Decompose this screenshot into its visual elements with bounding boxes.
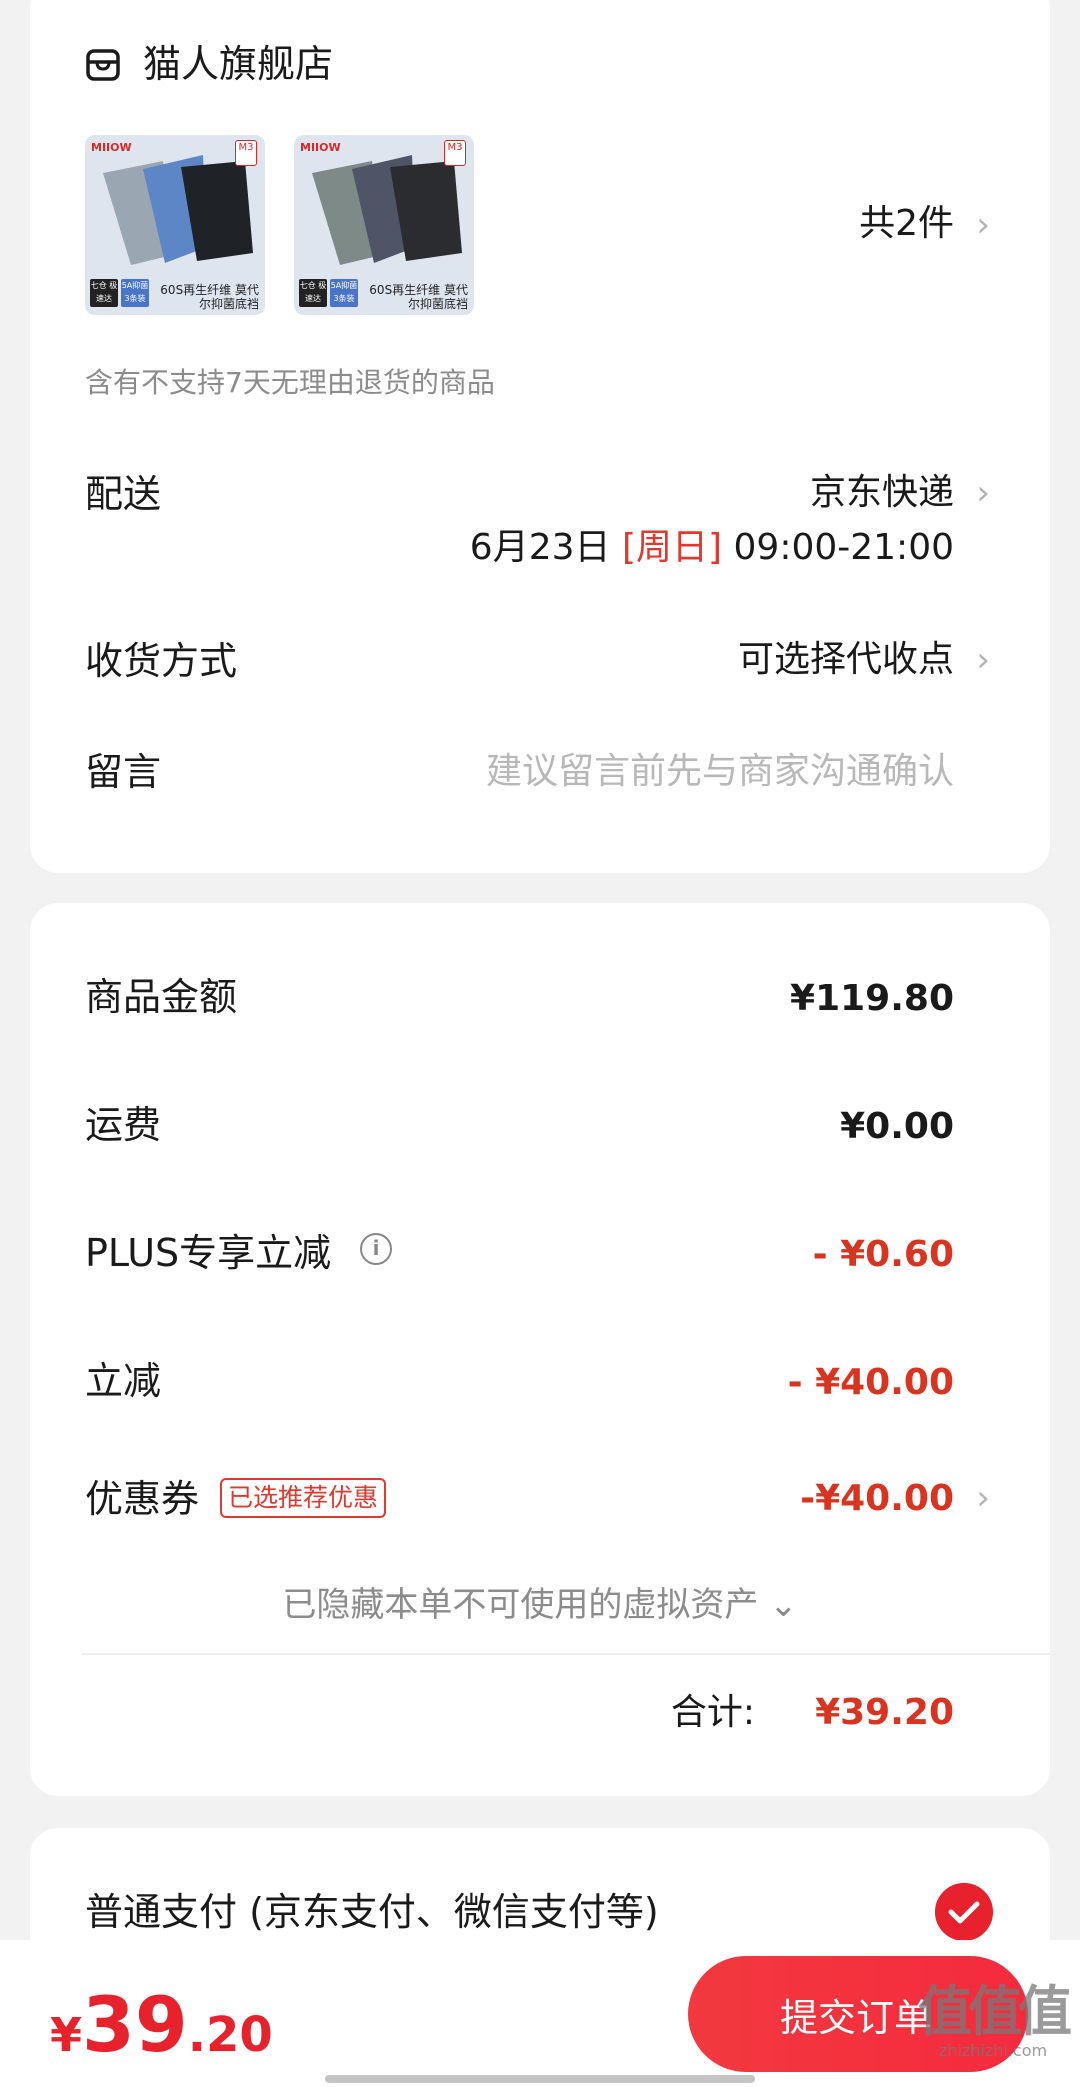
plus-discount-value: - ¥0.60	[812, 1234, 954, 1275]
chevron-right-icon[interactable]: ›	[976, 473, 990, 513]
chevron-right-icon[interactable]: ›	[976, 1478, 990, 1518]
watermark-url: zhizhizhi.com	[938, 2041, 1048, 2060]
price-card: 商品金额 ¥119.80 运费 ¥0.00 PLUS专享立减 i - ¥0.60…	[30, 903, 1050, 1796]
chevron-right-icon[interactable]: ›	[976, 640, 990, 680]
coupon-label: 优惠券	[85, 1477, 200, 1521]
delivery-window: 09:00-21:00	[733, 527, 954, 568]
plus-discount-label: PLUS专享立减	[85, 1231, 332, 1275]
receive-method-label: 收货方式	[85, 639, 238, 683]
currency-symbol: ¥	[50, 2008, 83, 2062]
delivery-weekday: [周日]	[621, 527, 723, 568]
coupon-value[interactable]: -¥40.00	[800, 1476, 954, 1522]
delivery-carrier[interactable]: 京东快递	[810, 470, 954, 516]
delivery-time[interactable]: 6月23日 [周日] 09:00-21:00	[470, 525, 954, 571]
badge-pack: 5A抑菌 3条装	[121, 279, 149, 307]
chevron-right-icon[interactable]: ›	[976, 205, 990, 245]
message-label: 留言	[85, 750, 162, 794]
home-indicator[interactable]	[325, 2075, 755, 2083]
store-icon	[86, 49, 120, 81]
bottom-total: ¥39.20	[50, 1980, 273, 2069]
payment-method-label[interactable]: 普通支付 (京东支付、微信支付等)	[85, 1888, 659, 1936]
coupon-recommended-tag: 已选推荐优惠	[220, 1478, 387, 1518]
bottom-bar: ¥39.20 提交订单 值值值 zhizhizhi.com	[0, 1940, 1080, 2087]
watermark: 值值值 zhizhizhi.com	[918, 1980, 1072, 2060]
instant-discount-value: - ¥40.00	[787, 1362, 954, 1403]
check-icon[interactable]	[935, 1883, 993, 1941]
goods-amount-value: ¥119.80	[790, 978, 954, 1019]
badge-fast: 七仓 极速达	[90, 279, 118, 307]
total-value: ¥39.20	[815, 1692, 954, 1733]
info-icon[interactable]: i	[360, 1233, 392, 1265]
message-input[interactable]	[394, 746, 954, 796]
shipping-value: ¥0.00	[840, 1106, 954, 1147]
product-caption: 60S再生纤维 莫代尔抑菌底裆	[369, 283, 468, 311]
size-tag: M3	[235, 140, 257, 166]
instant-discount-label: 立减	[85, 1359, 162, 1403]
receive-method-value[interactable]: 可选择代收点	[738, 637, 954, 683]
hidden-assets-text: 已隐藏本单不可使用的虚拟资产	[282, 1585, 759, 1625]
store-card: 猫人旗舰店 MIIOW M3 七仓 极速达 5A抑菌 3条装 60S再生纤维 莫…	[30, 0, 1050, 873]
hidden-assets-toggle[interactable]: 已隐藏本单不可使用的虚拟资产 ⌄	[30, 1583, 1050, 1627]
store-name[interactable]: 猫人旗舰店	[143, 40, 333, 88]
product-thumbnail[interactable]: MIIOW M3 七仓 极速达 5A抑菌 3条装 60S再生纤维 莫代尔抑菌底裆	[294, 135, 474, 315]
size-tag: M3	[444, 140, 466, 166]
badge-pack: 5A抑菌 3条装	[330, 279, 358, 307]
delivery-date: 6月23日	[469, 527, 611, 568]
watermark-logo: 值值值	[918, 1980, 1072, 2043]
product-caption: 60S再生纤维 莫代尔抑菌底裆	[160, 283, 259, 311]
brand-logo-text: MIIOW	[300, 141, 341, 154]
product-thumbnail[interactable]: MIIOW M3 七仓 极速达 5A抑菌 3条装 60S再生纤维 莫代尔抑菌底裆	[85, 135, 265, 315]
return-notice: 含有不支持7天无理由退货的商品	[85, 366, 495, 399]
badge-fast: 七仓 极速达	[299, 279, 327, 307]
chevron-down-icon: ⌄	[769, 1585, 798, 1625]
goods-amount-label: 商品金额	[85, 975, 238, 1019]
total-decimal: .20	[187, 2007, 273, 2063]
delivery-label: 配送	[85, 472, 162, 516]
items-count[interactable]: 共2件	[859, 202, 954, 246]
total-integer: 39	[82, 1980, 188, 2069]
shipping-label: 运费	[85, 1103, 162, 1147]
brand-logo-text: MIIOW	[91, 141, 132, 154]
divider	[82, 1653, 1050, 1655]
total-label: 合计:	[670, 1692, 755, 1733]
